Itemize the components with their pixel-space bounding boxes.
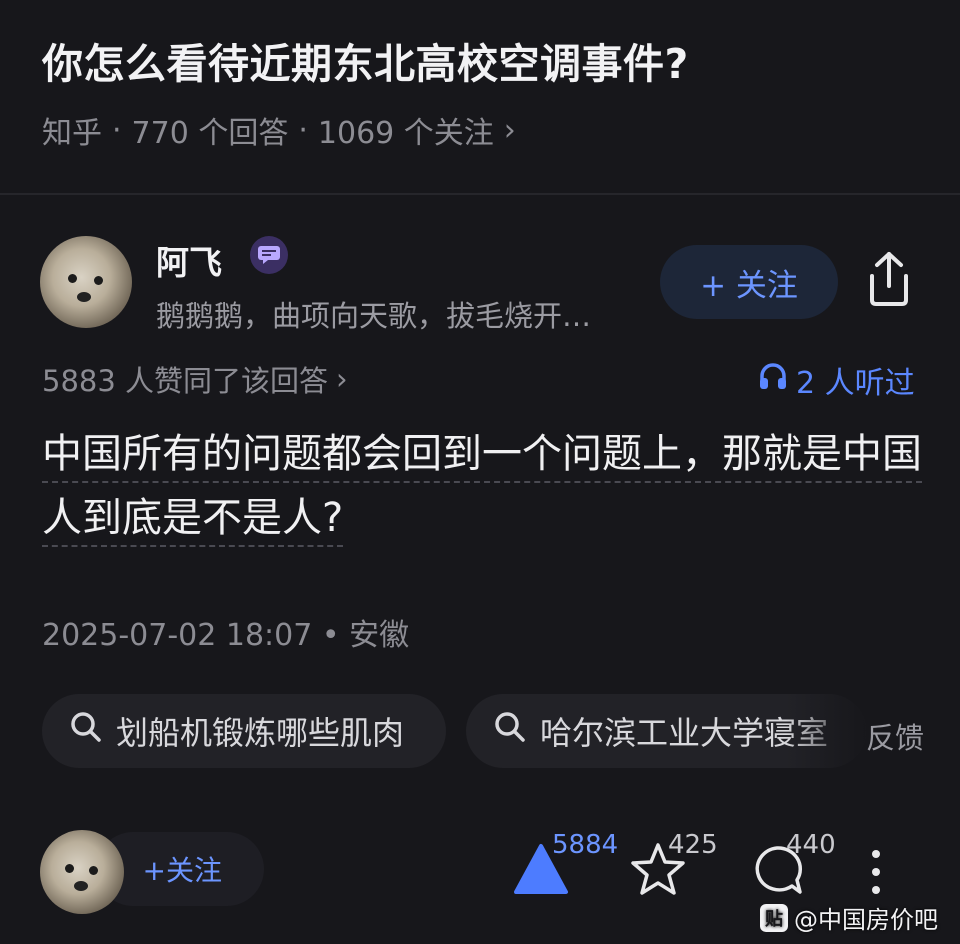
- follow-count: 1069 个关注: [317, 116, 494, 151]
- chat-badge-icon: [250, 236, 288, 274]
- related-search-label: 哈尔滨工业大学寝室: [540, 714, 829, 752]
- author-name[interactable]: 阿飞: [156, 236, 222, 284]
- source-label: 知乎: [42, 116, 102, 151]
- listen-text: 2 人听过: [796, 366, 915, 401]
- answer-text: 中国所有的问题都会回到一个问题上，那就是中国人到底是不是人?: [42, 431, 922, 547]
- search-icon: [494, 711, 526, 751]
- related-search-label: 划船机锻炼哪些肌肉: [116, 714, 405, 752]
- likes-summary[interactable]: 5883 人赞同了该回答 ›: [42, 358, 348, 400]
- answer-date-location: 2025-07-02 18:07 • 安徽: [42, 618, 410, 653]
- question-meta[interactable]: 知乎 · 770 个回答 · 1069 个关注 ›: [42, 108, 516, 152]
- bottom-author-avatar[interactable]: [40, 830, 124, 914]
- chevron-right-icon: ›: [503, 112, 516, 148]
- more-options-icon[interactable]: [866, 848, 886, 902]
- likes-text: 5883 人赞同了该回答: [42, 364, 329, 398]
- watermark-text: @中国房价吧: [794, 906, 938, 934]
- headphones-icon: [758, 362, 788, 398]
- chip-fade: [786, 694, 866, 768]
- feedback-link[interactable]: 反馈: [866, 715, 924, 757]
- related-search-chip[interactable]: 哈尔滨工业大学寝室: [466, 694, 866, 768]
- search-icon: [70, 711, 102, 751]
- star-count: 425: [668, 830, 718, 860]
- watermark: 贴 @中国房价吧: [760, 900, 938, 935]
- tieba-logo-icon: 贴: [760, 903, 788, 932]
- upvote-count: 5884: [552, 830, 619, 860]
- answer-count: 770 个回答: [131, 116, 289, 151]
- related-search-chip[interactable]: 划船机锻炼哪些肌肉: [42, 694, 446, 768]
- author-bio: 鹅鹅鹅，曲项向天歌，拔毛烧开…: [156, 299, 592, 333]
- comment-count: 440: [786, 830, 836, 860]
- meta-separator: ·: [298, 112, 308, 148]
- chevron-right-icon: ›: [336, 362, 348, 396]
- share-icon[interactable]: [862, 250, 916, 308]
- divider: [0, 193, 960, 195]
- question-title[interactable]: 你怎么看待近期东北高校空调事件?: [42, 30, 689, 90]
- meta-separator: ·: [112, 112, 122, 148]
- answer-content[interactable]: 中国所有的问题都会回到一个问题上，那就是中国人到底是不是人?: [42, 422, 922, 550]
- author-avatar[interactable]: [40, 236, 132, 328]
- listen-count[interactable]: 2 人听过: [758, 358, 915, 402]
- follow-button[interactable]: + 关注: [660, 245, 838, 319]
